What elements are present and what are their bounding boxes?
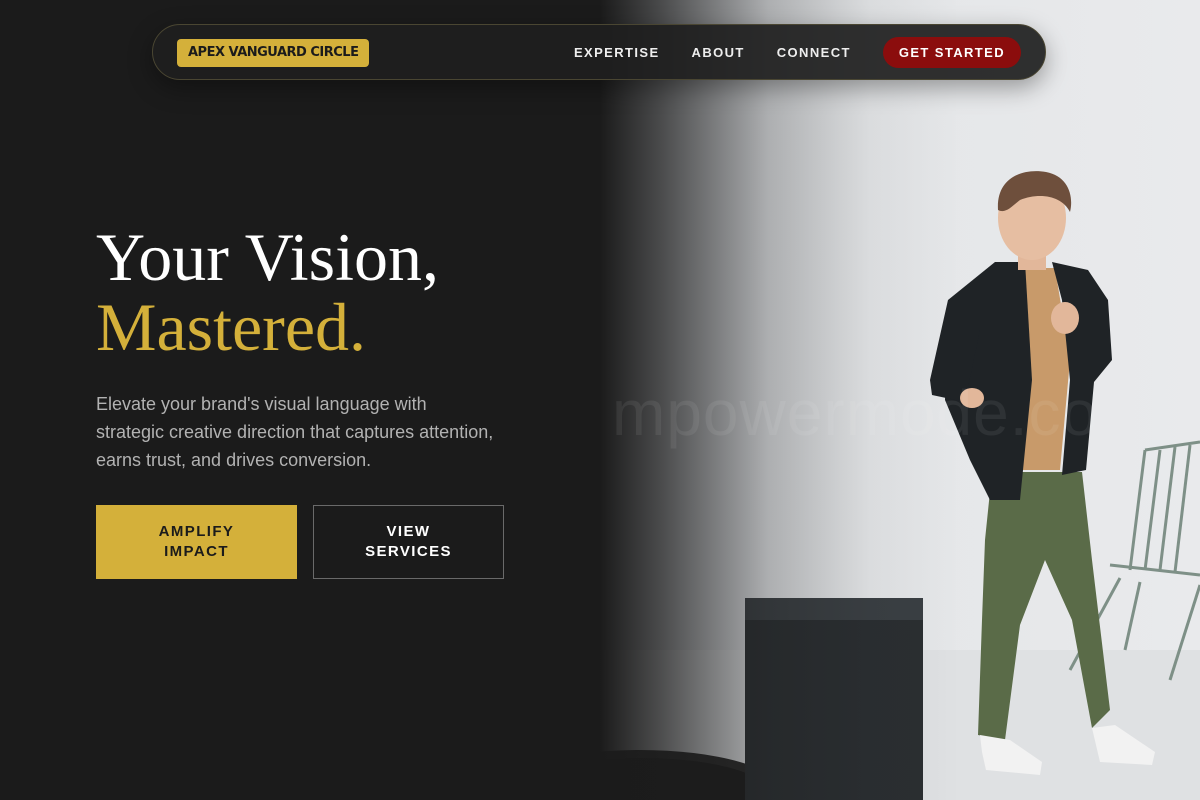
nav-link-about[interactable]: ABOUT xyxy=(692,45,745,60)
nav-links: EXPERTISE ABOUT CONNECT GET STARTED xyxy=(574,37,1021,68)
nav-link-expertise[interactable]: EXPERTISE xyxy=(574,45,660,60)
brand-logo[interactable]: APEX VANGUARD CIRCLE xyxy=(177,39,370,67)
get-started-button[interactable]: GET STARTED xyxy=(882,37,1021,68)
nav-link-connect[interactable]: CONNECT xyxy=(777,45,851,60)
headline-line-2: Mastered. xyxy=(96,289,367,365)
hero-headline: Your Vision, Mastered. xyxy=(96,222,439,362)
watermark-text: mpowermode.co xyxy=(612,377,1099,449)
view-services-button[interactable]: VIEW SERVICES xyxy=(313,505,504,579)
top-navigation: APEX VANGUARD CIRCLE EXPERTISE ABOUT CON… xyxy=(152,24,1046,80)
amplify-impact-label: AMPLIFY IMPACT xyxy=(158,523,235,560)
view-services-label: VIEW SERVICES xyxy=(365,523,452,560)
amplify-impact-button[interactable]: AMPLIFY IMPACT xyxy=(96,505,297,579)
hero-description: Elevate your brand's visual language wit… xyxy=(96,394,494,470)
headline-line-1: Your Vision, xyxy=(96,219,439,295)
